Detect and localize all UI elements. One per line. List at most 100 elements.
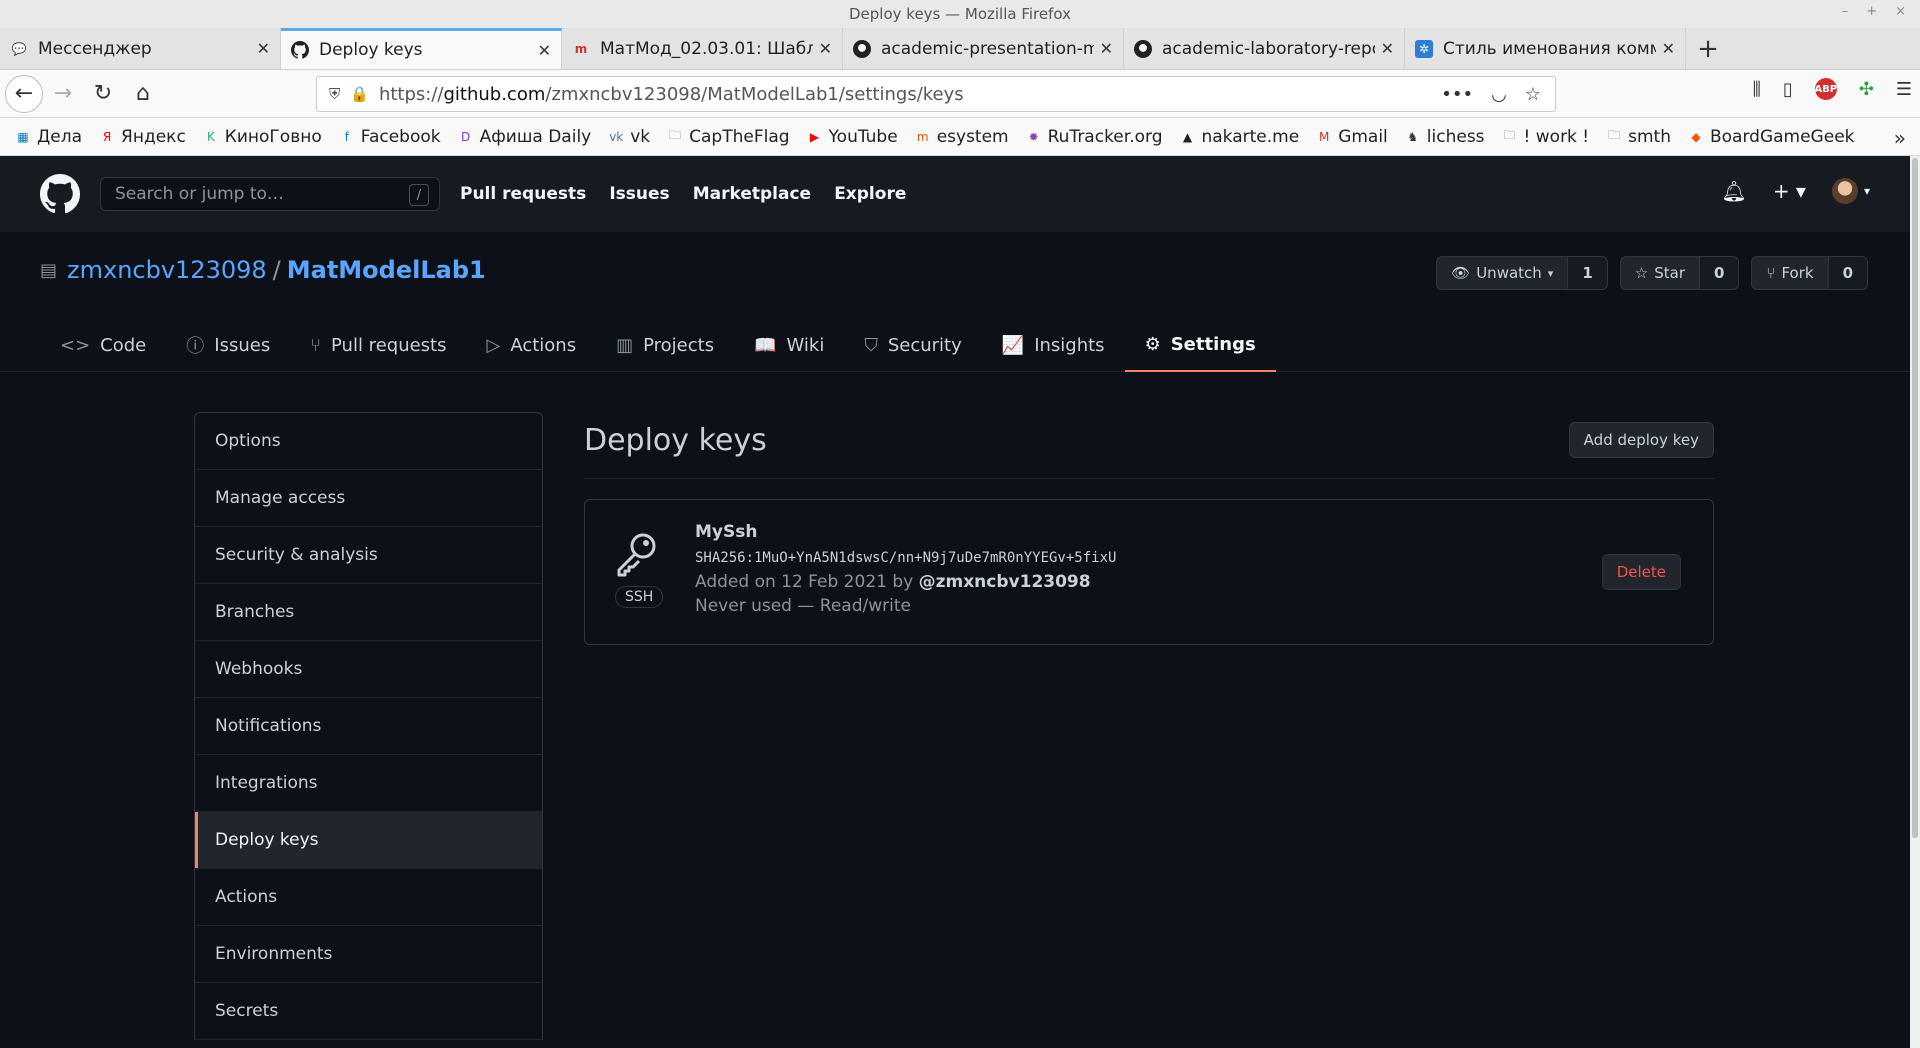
tab-security[interactable]: ⛉ Security — [844, 318, 981, 372]
shield-icon[interactable]: ⛨ — [329, 85, 340, 103]
reload-button[interactable]: ↻ — [83, 74, 123, 114]
tab-wiki[interactable]: 📖 Wiki — [734, 318, 844, 372]
nav-explore[interactable]: Explore — [834, 184, 906, 204]
browser-tab[interactable]: academic-laboratory-repo ✕ — [1124, 28, 1405, 69]
bookmark-item[interactable]: ▲ nakarte.me — [1178, 127, 1299, 147]
repo-header: ▤ zmxncbv123098 / MatModelLab1 👁︎ Unwatch… — [0, 232, 1910, 372]
page-actions-icon[interactable]: ••• — [1441, 84, 1473, 105]
maximize-icon[interactable]: + — [1866, 4, 1877, 19]
tab-label: МатМод_02.03.01: Шабло — [600, 38, 813, 59]
user-menu[interactable]: ▾ — [1831, 178, 1870, 204]
new-tab-button[interactable]: + — [1686, 28, 1730, 69]
folder-icon: 🗀 — [1608, 128, 1621, 142]
bell-icon[interactable]: 🔔︎ — [1721, 179, 1746, 203]
key-usage: Never used — Read/write — [695, 596, 911, 616]
delete-key-button[interactable]: Delete — [1601, 554, 1681, 590]
add-deploy-key-button[interactable]: Add deploy key — [1568, 422, 1714, 458]
url-bar[interactable]: ⛨ 🔒 https://github.com/zmxncbv123098/Mat… — [316, 76, 1556, 112]
scrollbar-thumb[interactable] — [1912, 158, 1918, 838]
bookmark-item[interactable]: 🗀 smth — [1605, 127, 1671, 147]
watch-button[interactable]: 👁︎ Unwatch ▾ 1 — [1436, 256, 1608, 290]
bookmark-item[interactable]: vk vk — [607, 127, 650, 147]
github-logo-icon[interactable] — [40, 174, 80, 214]
tab-close-icon[interactable]: ✕ — [1381, 39, 1394, 58]
pocket-icon[interactable]: ◡ — [1491, 84, 1507, 105]
hamburger-menu-icon[interactable]: ☰ — [1896, 79, 1912, 100]
bookmarks-overflow-icon[interactable]: » — [1894, 126, 1906, 150]
sidebar-item-integrations[interactable]: Integrations — [195, 755, 542, 812]
sidebar-item-actions[interactable]: Actions — [195, 869, 542, 926]
browser-tab[interactable]: academic-presentation-ma ✕ — [843, 28, 1124, 69]
bookmark-item[interactable]: 🗀 ! work ! — [1501, 127, 1590, 147]
bookmark-item[interactable]: M Gmail — [1315, 127, 1388, 147]
key-added-text: Added on 12 Feb 2021 by — [695, 572, 914, 592]
repo-owner-link[interactable]: zmxncbv123098 — [67, 256, 267, 284]
browser-tab[interactable]: ✲ Стиль именования комм ✕ — [1405, 28, 1686, 69]
browser-tab-active[interactable]: Deploy keys ✕ — [281, 28, 562, 69]
watch-count[interactable]: 1 — [1567, 257, 1607, 289]
tab-close-icon[interactable]: ✕ — [819, 39, 832, 58]
settings-icon: ⚙ — [1144, 333, 1161, 355]
nav-marketplace[interactable]: Marketplace — [693, 184, 811, 204]
tab-insights[interactable]: 📈 Insights — [982, 318, 1125, 372]
browser-tab[interactable]: 💬 Мессенджер ✕ — [0, 28, 281, 69]
repo-name-link[interactable]: MatModelLab1 — [287, 256, 486, 284]
fork-count[interactable]: 0 — [1827, 257, 1867, 289]
tab-projects[interactable]: ▥ Projects — [596, 318, 734, 372]
tab-code[interactable]: <> Code — [40, 318, 166, 372]
bookmark-item[interactable]: f Facebook — [338, 127, 441, 147]
tab-close-icon[interactable]: ✕ — [1100, 39, 1113, 58]
search-input[interactable]: Search or jump to… / — [100, 177, 440, 211]
tab-close-icon[interactable]: ✕ — [1662, 39, 1675, 58]
bookmark-item[interactable]: ♞ lichess — [1404, 127, 1484, 147]
home-button[interactable]: ⌂ — [123, 74, 163, 114]
bookmark-item[interactable]: D Афиша Daily — [457, 127, 591, 147]
extension-icon[interactable]: ✣ — [1859, 79, 1874, 100]
close-window-icon[interactable]: × — [1895, 4, 1906, 19]
sidebar-item-environments[interactable]: Environments — [195, 926, 542, 983]
bookmark-star-icon[interactable]: ☆ — [1525, 84, 1541, 105]
search-shortcut-key: / — [409, 184, 429, 206]
tab-label: Projects — [643, 334, 715, 356]
star-count[interactable]: 0 — [1698, 257, 1739, 289]
adblock-icon[interactable]: ABP — [1814, 78, 1837, 100]
sidebar-item-deploy-keys[interactable]: Deploy keys — [195, 812, 542, 869]
sidebar-toggle-icon[interactable]: ▯ — [1783, 79, 1793, 100]
bookmark-item[interactable]: K КиноГовно — [202, 127, 322, 147]
create-new-icon[interactable]: + ▾ — [1773, 179, 1806, 203]
minimize-icon[interactable]: – — [1842, 4, 1849, 19]
bookmark-item[interactable]: ▦ Дела — [14, 127, 82, 147]
fork-button[interactable]: ⑂ Fork 0 — [1751, 256, 1868, 290]
url-text[interactable]: https://github.com/zmxncbv123098/MatMode… — [379, 84, 1441, 105]
sidebar-item-options[interactable]: Options — [195, 413, 542, 470]
nav-issues[interactable]: Issues — [609, 184, 669, 204]
lock-icon[interactable]: 🔒 — [350, 85, 369, 103]
tab-issues[interactable]: ⓘ Issues — [166, 318, 290, 372]
bookmark-item[interactable]: 🗀 CapTheFlag — [666, 127, 789, 147]
library-icon[interactable]: ⫼ — [1753, 79, 1761, 100]
browser-tab[interactable]: m МатМод_02.03.01: Шабло ✕ — [562, 28, 843, 69]
sidebar-item-branches[interactable]: Branches — [195, 584, 542, 641]
sidebar-item-security-analysis[interactable]: Security & analysis — [195, 527, 542, 584]
back-button[interactable]: ← — [5, 74, 43, 113]
sidebar-item-notifications[interactable]: Notifications — [195, 698, 542, 755]
tab-close-icon[interactable]: ✕ — [538, 41, 551, 60]
key-added-by-link[interactable]: @zmxncbv123098 — [919, 572, 1091, 592]
bookmark-item[interactable]: ▶ YouTube — [806, 127, 898, 147]
bookmark-item[interactable]: ✹ RuTracker.org — [1025, 127, 1163, 147]
bookmark-item[interactable]: ◆ BoardGameGeek — [1687, 127, 1854, 147]
sidebar-item-manage-access[interactable]: Manage access — [195, 470, 542, 527]
trello-icon: ▦ — [17, 129, 29, 144]
forward-button[interactable]: → — [43, 74, 83, 114]
star-button[interactable]: ☆ Star 0 — [1619, 256, 1740, 290]
sidebar-item-webhooks[interactable]: Webhooks — [195, 641, 542, 698]
sidebar-item-secrets[interactable]: Secrets — [195, 983, 542, 1040]
page-scrollbar[interactable] — [1910, 156, 1920, 1048]
tab-pull-requests[interactable]: ⑂ Pull requests — [290, 318, 466, 372]
bookmark-item[interactable]: m esystem — [914, 127, 1009, 147]
bookmark-item[interactable]: Я Яндекс — [98, 127, 186, 147]
tab-close-icon[interactable]: ✕ — [257, 39, 270, 58]
tab-settings[interactable]: ⚙ Settings — [1124, 318, 1276, 372]
tab-actions[interactable]: ▷ Actions — [467, 318, 597, 372]
nav-pull-requests[interactable]: Pull requests — [460, 184, 586, 204]
